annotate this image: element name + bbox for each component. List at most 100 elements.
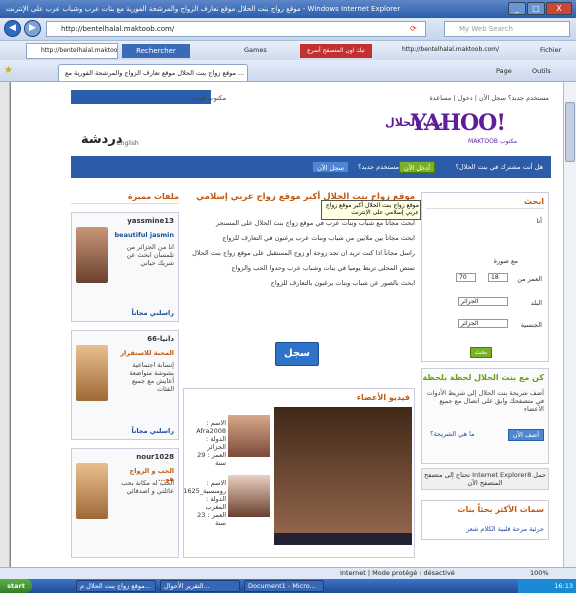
video-player[interactable]	[274, 407, 412, 545]
english-link[interactable]: English	[117, 140, 139, 147]
start-button[interactable]: start	[0, 579, 32, 593]
video-member-info: الاسم : رومنسية_1625 الدولة : المغرب الع…	[183, 479, 226, 527]
nav-new-user: مستخدم جديد؟	[357, 163, 399, 171]
profile-name[interactable]: دانيا-66	[147, 335, 174, 343]
nationality-select[interactable]: الجزائر	[458, 319, 508, 328]
profile-headline: beautiful jasmin	[114, 231, 174, 239]
gender-label: أنا	[536, 217, 542, 225]
nationality-label: الجنسية	[520, 321, 542, 329]
page-viewport: مكتوب البريد مستخدم جديد؟ سجل الآن | دخو…	[10, 82, 563, 567]
age-label: العمر من	[517, 275, 542, 283]
what-is-link[interactable]: ما هي الشريحة؟	[426, 429, 479, 441]
profile-card[interactable]: nour1028 الحب و الزواج هو... الحب له مكا…	[71, 448, 179, 558]
refresh-icon[interactable]: ⟳	[410, 24, 417, 33]
features-title: سمات الأكثر بحثاً بنات	[457, 505, 544, 514]
age-from-select[interactable]: 18	[488, 273, 508, 282]
outils-menu[interactable]: Outils	[532, 67, 551, 75]
message-free-link[interactable]: راسلني مجاناً	[131, 309, 174, 317]
status-text: Internet | Mode protégé : désactivé	[340, 569, 455, 577]
tab-active[interactable]: موقع زواج بنت الحلال موقع تعارف الزواج و…	[58, 64, 248, 81]
feature-bullet: ابحث بالصور عن شباب وبنات يرغبون بالتعار…	[270, 279, 415, 287]
member-name[interactable]: الاسم : رومنسية_1625	[183, 479, 226, 495]
profile-desc: الحب له مكانة بحب عائلتي و اصدقائي	[121, 479, 174, 495]
features-links[interactable]: جرئية مرحة قلبية الكلام شعر	[466, 525, 544, 533]
nav-question: هل أنت مشترك في بنت الحلال؟	[455, 163, 543, 171]
site-name: بنت الحلال	[385, 116, 443, 129]
mail-links[interactable]: مكتوب البريد	[191, 94, 226, 102]
search-input[interactable]: My Web Search	[444, 21, 570, 37]
right-column: ابحث أنا مع صورة العمر من 18 70 البلد ال…	[421, 192, 549, 567]
address-bar-row: ◀ ▶ http://bentelhalal.maktoob.com/ ⟳ My…	[0, 18, 576, 40]
with-photo-checkbox[interactable]: مع صورة	[494, 257, 518, 265]
video-thumbnail[interactable]	[228, 475, 270, 517]
register-now-button[interactable]: سجل الآن	[275, 342, 319, 381]
profile-name[interactable]: nour1028	[136, 453, 174, 461]
fichier-menu[interactable]: Fichier	[540, 46, 561, 54]
status-bar: Internet | Mode protégé : désactivé 100%	[0, 567, 576, 579]
tab-row: ★ موقع زواج بنت الحلال موقع تعارف الزواج…	[0, 60, 576, 82]
country-label: البلد	[530, 299, 542, 307]
taskbar-item[interactable]: موقع زواج بنت الحلال م...	[76, 580, 156, 592]
back-button[interactable]: ◀	[4, 20, 21, 37]
maximize-button[interactable]: □	[527, 2, 545, 15]
profile-card[interactable]: دانيا-66 المحبة للاستقرار إنسانة اجتماعي…	[71, 330, 179, 440]
taskbar-item[interactable]: Document1 - Micro...	[244, 580, 324, 592]
close-button[interactable]: X	[546, 2, 572, 15]
minimize-button[interactable]: _	[508, 2, 526, 15]
toolbar-link[interactable]: http://bentelhalal.maktoob.com/	[402, 46, 499, 53]
search-box: ابحث أنا مع صورة العمر من 18 70 البلد ال…	[421, 192, 549, 362]
member-age: العمر : 29 سنة	[197, 451, 226, 467]
ie-update-box[interactable]: تحتاج إلى متصفح Internet Explorer8 حمل ا…	[421, 468, 549, 490]
games-button[interactable]: Games	[244, 46, 267, 54]
profile-photo[interactable]	[76, 227, 108, 283]
left-gutter	[0, 82, 10, 567]
rechercher-button[interactable]: Rechercher	[122, 44, 190, 58]
toolbar-url-field[interactable]: http://bentelhalal.maktoob.com/	[26, 43, 118, 59]
video-controls[interactable]	[274, 533, 412, 545]
promo-title: كن مع بنت الحلال لحظة بلحظة	[422, 373, 544, 382]
system-tray: 16:13	[518, 579, 576, 593]
search-go-button[interactable]: بحث	[470, 347, 492, 358]
profile-desc: إنسانة اجتماعية بشوشة متواضعة أعايش مع ج…	[129, 361, 174, 393]
featured-title: ملفات مميزة	[71, 192, 179, 204]
profile-desc: انا من الجزائر من تلمسان ابحث عن شريك حي…	[126, 243, 174, 267]
age-to-select[interactable]: 70	[456, 273, 476, 282]
toolbar-promo: كن مع بنت الحلال لحظة بلحظة أضف شريحة بن…	[421, 368, 549, 464]
vertical-scrollbar[interactable]	[563, 82, 576, 567]
zoom-level[interactable]: 100%	[530, 568, 549, 579]
top-links[interactable]: مستخدم جديد؟ سجل الآن | دخول | مساعدة	[429, 94, 549, 102]
links-toolbar: http://bentelhalal.maktoob.com/ Recherch…	[0, 40, 576, 60]
feature-bullet: ابحث مجاناً بين ملايين من شباب وبنات عرب…	[222, 234, 415, 242]
favorites-star-icon[interactable]: ★	[4, 66, 13, 76]
forward-button[interactable]: ▶	[24, 20, 41, 37]
url-input[interactable]: http://bentelhalal.maktoob.com/	[46, 21, 426, 37]
add-now-button[interactable]: أضف الآن	[507, 429, 544, 441]
member-age: العمر : 23 سنة	[197, 511, 226, 527]
feature-bullet: تمتص المحلى تربط يوميا في بنات وشباب عرب…	[231, 264, 415, 272]
profile-photo[interactable]	[76, 345, 108, 401]
window-title: موقع زواج بنت الحلال موقع تعارف الزواج و…	[6, 5, 401, 13]
nav-register-button[interactable]: سجل الآن	[312, 161, 349, 173]
message-free-link[interactable]: راسلني مجاناً	[131, 427, 174, 435]
feature-bullet: ابحث مجاناً مع شباب وبنات عرب في موقع زو…	[216, 219, 415, 227]
login-button[interactable]: أدخل الآن	[399, 161, 435, 173]
profile-photo[interactable]	[76, 463, 108, 519]
scroll-thumb[interactable]	[565, 102, 575, 162]
profile-headline: المحبة للاستقرار	[120, 349, 174, 357]
video-thumbnail[interactable]	[228, 415, 270, 457]
taskbar: start موقع زواج بنت الحلال م... التقرير …	[0, 579, 576, 593]
features-box: سمات الأكثر بحثاً بنات جرئية مرحة قلبية …	[421, 500, 549, 540]
member-country: الدولة : المغرب	[205, 495, 226, 511]
page-menu[interactable]: Page	[496, 67, 512, 75]
promo-toolbar-button[interactable]: تيك اون المتصفح أسرع	[300, 44, 372, 58]
member-name[interactable]: الاسم : Afra2008	[186, 419, 226, 435]
taskbar-item[interactable]: التقرير الأحوال...	[160, 580, 240, 592]
profile-name[interactable]: yassmine13	[127, 217, 174, 225]
country-select[interactable]: الجزائر	[458, 297, 508, 306]
clock[interactable]: 16:13	[554, 582, 573, 590]
video-member-info: الاسم : Afra2008 الدولة : الجزائر العمر …	[186, 419, 226, 467]
member-videos: فيديو الأعضاء الاسم : Afra2008 الدولة : …	[183, 388, 415, 558]
promo-text: أضف شريحة بنت الحلال إلى شريط الأدوات في…	[426, 389, 544, 413]
profile-card[interactable]: yassmine13 beautiful jasmin انا من الجزا…	[71, 212, 179, 322]
window-controls: _ □ X	[508, 2, 572, 15]
